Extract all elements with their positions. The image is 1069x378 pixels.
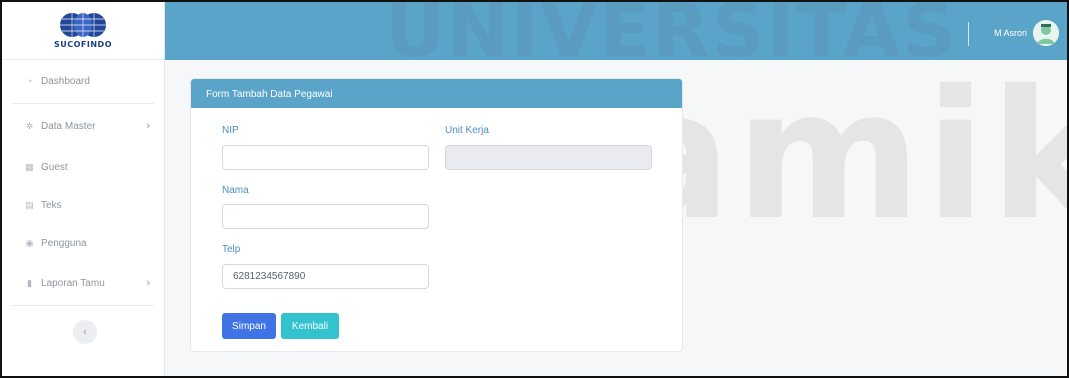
chevron-right-icon: › bbox=[146, 120, 150, 132]
sidebar-divider bbox=[12, 305, 154, 306]
chevron-right-icon: › bbox=[146, 277, 150, 289]
sidebar-item-guest[interactable]: ▦ Guest bbox=[2, 148, 164, 186]
nama-input[interactable] bbox=[222, 204, 429, 229]
nama-label: Nama bbox=[222, 185, 249, 196]
sidebar-item-label: Guest bbox=[41, 161, 68, 173]
sidebar-item-teks[interactable]: ▤ Teks bbox=[2, 186, 164, 224]
avatar-icon bbox=[1033, 20, 1059, 46]
gear-icon: ✲ bbox=[25, 120, 34, 131]
sidebar-item-laporan-tamu[interactable]: ▮ Laporan Tamu › bbox=[2, 262, 164, 304]
app-window: SUCOFINDO ◔ Dashboard ✲ Data Master › ▦ … bbox=[0, 0, 1069, 378]
save-button[interactable]: Simpan bbox=[222, 313, 276, 339]
user-menu[interactable]: M Asrori bbox=[994, 20, 1059, 46]
form-card: Form Tambah Data Pegawai NIP Unit Kerja … bbox=[190, 78, 683, 352]
unit-kerja-label: Unit Kerja bbox=[445, 125, 489, 136]
sidebar-item-label: Laporan Tamu bbox=[41, 277, 105, 289]
user-name: M Asrori bbox=[993, 28, 1027, 38]
sidebar-item-dashboard[interactable]: ◔ Dashboard bbox=[2, 60, 164, 102]
back-button[interactable]: Kembali bbox=[281, 313, 339, 339]
grid-icon: ▦ bbox=[25, 161, 34, 172]
sidebar-item-pengguna[interactable]: ◉ Pengguna bbox=[2, 224, 164, 262]
nip-label: NIP bbox=[222, 125, 239, 136]
sidebar-item-label: Teks bbox=[41, 199, 62, 211]
sidebar-item-label: Dashboard bbox=[41, 75, 90, 87]
topbar-divider bbox=[968, 22, 969, 46]
logo-text: SUCOFINDO bbox=[53, 40, 112, 49]
sidebar-nav: ◔ Dashboard ✲ Data Master › ▦ Guest ▤ Te… bbox=[2, 60, 164, 304]
telp-label: Telp bbox=[222, 244, 241, 255]
list-icon: ▤ bbox=[25, 199, 34, 210]
file-icon: ▮ bbox=[27, 277, 32, 288]
telp-input[interactable] bbox=[222, 264, 429, 289]
sidebar-item-label: Data Master bbox=[41, 120, 96, 132]
form-title: Form Tambah Data Pegawai bbox=[191, 79, 682, 108]
topbar: M Asrori bbox=[165, 2, 1067, 60]
sidebar-item-data-master[interactable]: ✲ Data Master › bbox=[2, 104, 164, 148]
nip-input[interactable] bbox=[222, 145, 429, 170]
chevron-left-icon: ‹ bbox=[83, 326, 87, 338]
sidebar-collapse-button[interactable]: ‹ bbox=[73, 320, 97, 344]
dashboard-icon: ◔ bbox=[26, 76, 33, 86]
globe-logo-icon bbox=[53, 12, 113, 38]
sidebar: SUCOFINDO ◔ Dashboard ✲ Data Master › ▦ … bbox=[2, 2, 165, 376]
user-circle-icon: ◉ bbox=[25, 237, 34, 248]
sidebar-item-label: Pengguna bbox=[41, 237, 87, 249]
brand-logo[interactable]: SUCOFINDO bbox=[2, 2, 164, 60]
unit-kerja-input[interactable] bbox=[445, 145, 652, 170]
